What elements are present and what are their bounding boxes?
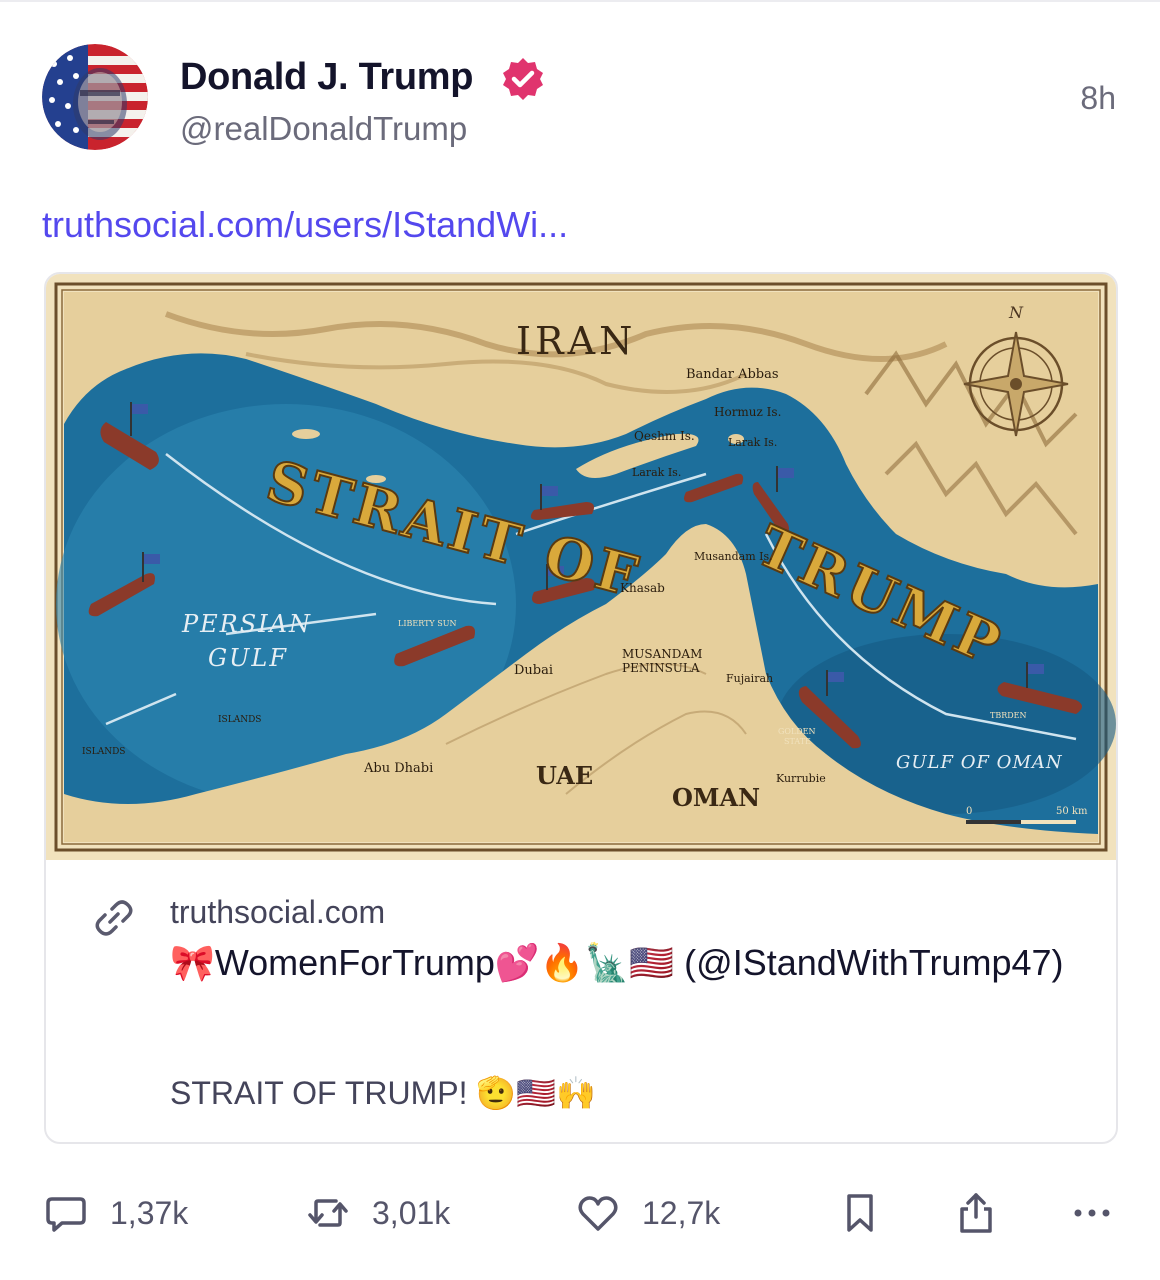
link-icon bbox=[95, 900, 133, 936]
share-icon bbox=[960, 1193, 992, 1233]
label-musandam-pen-2: PENINSULA bbox=[622, 661, 700, 675]
post-action-bar: 1,37k 3,01k 12,7k bbox=[0, 1180, 1160, 1250]
label-larak-2: Larak Is. bbox=[728, 436, 777, 449]
label-musandam-is: Musandam Is. bbox=[694, 550, 773, 563]
bookmark-icon bbox=[847, 1194, 873, 1232]
post-link[interactable]: truthsocial.com/users/IStandWi... bbox=[42, 204, 568, 246]
verified-badge-icon bbox=[503, 58, 543, 100]
strait-map-image: N 0 50 km STRAIT OF TRUMP IRAN UAE OMAN … bbox=[46, 274, 1116, 860]
post-timestamp[interactable]: 8h bbox=[1080, 80, 1116, 117]
label-golden-1: GOLDEN bbox=[778, 727, 816, 736]
author-handle[interactable]: @realDonaldTrump bbox=[180, 110, 467, 148]
label-fujairah: Fujairah bbox=[726, 672, 773, 685]
share-button[interactable] bbox=[954, 1188, 998, 1238]
label-gulf-of-oman: GULF OF OMAN bbox=[896, 752, 1063, 773]
card-title: 🎀WomenForTrump💕🔥🗽🇺🇸 (@IStandWithTrump47) bbox=[170, 942, 1064, 983]
label-oman: OMAN bbox=[672, 783, 760, 812]
label-kurrubie: Kurrubie bbox=[776, 772, 826, 785]
label-dubai: Dubai bbox=[514, 663, 553, 678]
bookmark-button[interactable] bbox=[838, 1188, 882, 1238]
repost-count: 3,01k bbox=[372, 1194, 451, 1231]
reply-button[interactable]: 1,37k bbox=[44, 1188, 188, 1238]
label-tbrden: TBRDEN bbox=[990, 711, 1027, 720]
author-name[interactable]: Donald J. Trump bbox=[180, 56, 474, 99]
card-domain: truthsocial.com bbox=[170, 894, 386, 930]
label-liberty-sun: LIBERTY SUN bbox=[398, 619, 456, 628]
label-uae: UAE bbox=[536, 761, 593, 790]
heart-icon bbox=[578, 1196, 618, 1231]
label-iran: IRAN bbox=[516, 319, 636, 363]
label-islands-2: ISLANDS bbox=[82, 747, 125, 757]
label-islands-1: ISLANDS bbox=[218, 715, 261, 725]
reply-count: 1,37k bbox=[110, 1194, 189, 1231]
repost-icon bbox=[308, 1199, 348, 1227]
like-button[interactable]: 12,7k bbox=[576, 1188, 720, 1238]
link-preview-card[interactable]: N 0 50 km STRAIT OF TRUMP IRAN UAE OMAN … bbox=[44, 272, 1118, 1144]
avatar[interactable] bbox=[42, 44, 148, 150]
label-musandam-pen-1: MUSANDAM bbox=[622, 647, 702, 661]
label-larak-1: Larak Is. bbox=[632, 466, 681, 479]
more-options-button[interactable] bbox=[1070, 1188, 1114, 1238]
label-khasab: Khasab bbox=[620, 581, 665, 595]
like-count: 12,7k bbox=[642, 1194, 721, 1231]
label-persian-1: PERSIAN bbox=[181, 610, 312, 638]
repost-button[interactable]: 3,01k bbox=[306, 1188, 450, 1238]
label-qeshm: Qeshm Is. bbox=[634, 429, 695, 443]
label-golden-2: STATE bbox=[784, 737, 811, 746]
label-hormuz: Hormuz Is. bbox=[714, 405, 781, 419]
label-bandar-abbas: Bandar Abbas bbox=[686, 367, 779, 382]
label-abu-dhabi: Abu Dhabi bbox=[363, 761, 433, 776]
scale-fifty: 50 km bbox=[1056, 806, 1088, 817]
card-description: STRAIT OF TRUMP! 🫡🇺🇸🙌 bbox=[170, 1075, 596, 1111]
compass-n-label: N bbox=[1008, 303, 1024, 322]
post: Donald J. Trump @realDonaldTrump 8h trut… bbox=[0, 0, 1160, 1280]
reply-icon bbox=[46, 1197, 86, 1232]
label-persian-2: GULF bbox=[208, 644, 288, 672]
more-dots-icon bbox=[1074, 1209, 1110, 1217]
scale-zero: 0 bbox=[966, 806, 972, 817]
